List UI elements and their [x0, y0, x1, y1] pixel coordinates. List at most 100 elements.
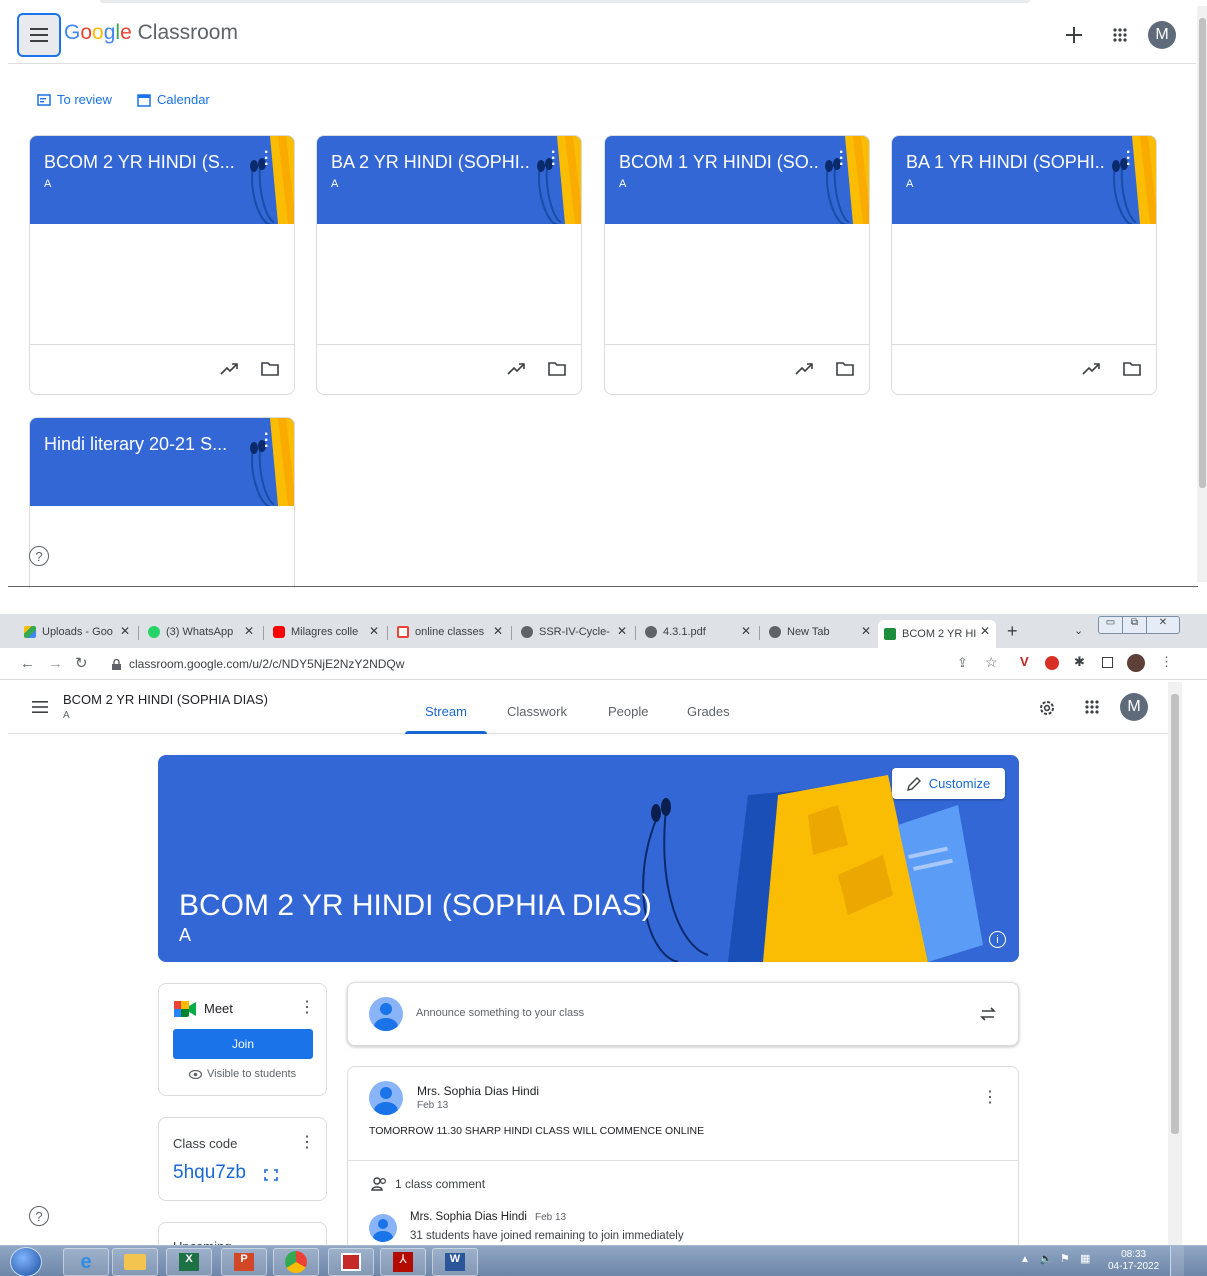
chrome-taskbar[interactable] — [273, 1248, 319, 1276]
app-logo[interactable]: Google Classroom — [64, 21, 238, 45]
folder-icon[interactable] — [548, 362, 566, 376]
volume-icon[interactable]: 🔈 — [1039, 1252, 1053, 1265]
create-join-button[interactable] — [1059, 20, 1089, 50]
class-card[interactable]: BCOM 1 YR HINDI (SO... A · · · — [604, 135, 870, 395]
scrollbar-thumb[interactable] — [1171, 694, 1179, 1134]
adblock-icon[interactable] — [1045, 656, 1059, 670]
trending-icon[interactable] — [1082, 363, 1100, 375]
forward-arrow-icon[interactable]: → — [48, 655, 63, 672]
browser-tab[interactable]: 4.3.1.pdf ✕ — [639, 620, 757, 644]
address-bar[interactable]: classroom.google.com/u/2/c/NDY5NjE2NzY2N… — [112, 654, 404, 674]
class-card[interactable]: BCOM 2 YR HINDI (S... A · · · — [29, 135, 295, 395]
folder-icon[interactable] — [261, 362, 279, 376]
browser-tab[interactable]: Milagres colle ✕ — [267, 620, 385, 644]
explorer-taskbar[interactable] — [112, 1248, 158, 1276]
class-card-title[interactable]: Hindi literary 20-21 S... — [44, 434, 244, 455]
close-tab-icon[interactable]: ✕ — [369, 624, 379, 638]
class-card[interactable]: BA 2 YR HINDI (SOPHI... A · · · — [316, 135, 582, 395]
bookmark-star-icon[interactable]: ☆ — [985, 654, 998, 671]
class-card-title[interactable]: BCOM 2 YR HINDI (S... — [44, 152, 244, 173]
close-tab-icon[interactable]: ✕ — [741, 624, 751, 638]
more-vert-icon[interactable]: ⋮ — [299, 1132, 315, 1152]
reload-icon[interactable]: ↻ — [75, 654, 88, 672]
browser-tab[interactable]: SSR-IV-Cycle- ✕ — [515, 620, 633, 644]
tab-search-icon[interactable]: ⌄ — [1074, 624, 1083, 637]
browser-tab[interactable]: online classes ✕ — [391, 620, 509, 644]
class-options-icon[interactable]: · · · — [264, 427, 269, 455]
maximize-icon[interactable]: ⧉ — [1123, 617, 1147, 633]
browser-tab[interactable]: New Tab ✕ — [763, 620, 877, 644]
repost-icon[interactable] — [979, 1005, 997, 1023]
browser-tab-active[interactable]: BCOM 2 YR HI ✕ — [878, 620, 996, 648]
tab-stream[interactable]: Stream — [425, 704, 467, 719]
main-menu-button[interactable] — [17, 13, 61, 57]
tab-people[interactable]: People — [608, 704, 648, 719]
class-comments-link[interactable]: 1 class comment — [371, 1177, 485, 1191]
customize-button[interactable]: Customize — [892, 768, 1005, 799]
powerpoint-taskbar[interactable]: P — [221, 1248, 267, 1276]
trending-icon[interactable] — [220, 363, 238, 375]
class-card-title[interactable]: BCOM 1 YR HINDI (SO... — [619, 152, 819, 173]
acrobat-taskbar[interactable]: ⅄ — [380, 1248, 426, 1276]
side-panel-icon[interactable] — [1102, 657, 1113, 668]
calendar-link[interactable]: Calendar — [137, 92, 210, 107]
tray-arrow-icon[interactable]: ▲ — [1020, 1254, 1030, 1265]
back-arrow-icon[interactable]: ← — [20, 655, 35, 672]
info-icon[interactable]: i — [989, 931, 1006, 948]
close-tab-icon[interactable]: ✕ — [617, 624, 627, 638]
announce-placeholder[interactable]: Announce something to your class — [416, 1007, 584, 1019]
folder-icon[interactable] — [836, 362, 854, 376]
extensions-puzzle-icon[interactable]: ✱ — [1074, 654, 1085, 670]
extension-v-icon[interactable]: V — [1020, 654, 1029, 669]
show-desktop-button[interactable] — [1170, 1246, 1184, 1276]
join-button[interactable]: Join — [173, 1029, 313, 1059]
account-button[interactable]: M — [1147, 20, 1177, 50]
class-card[interactable]: Hindi literary 20-21 S... · · · — [29, 417, 295, 588]
share-icon[interactable]: ⇪ — [957, 655, 968, 671]
class-card[interactable]: BA 1 YR HINDI (SOPHI... A · · · — [891, 135, 1157, 395]
clock[interactable]: 08:33 04-17-2022 — [1108, 1249, 1159, 1273]
page-scrollbar[interactable] — [1197, 6, 1207, 582]
close-tab-icon[interactable]: ✕ — [493, 624, 503, 638]
class-options-icon[interactable]: · · · — [839, 145, 844, 173]
avatar[interactable]: M — [1120, 693, 1148, 721]
class-options-icon[interactable]: · · · — [1126, 145, 1131, 173]
close-tab-icon[interactable]: ✕ — [980, 624, 990, 638]
help-icon[interactable]: ? — [29, 546, 49, 566]
gear-icon[interactable] — [1038, 699, 1056, 717]
browser-tab[interactable]: (3) WhatsApp ✕ — [142, 620, 260, 644]
apps-button[interactable] — [1105, 20, 1135, 50]
trending-icon[interactable] — [795, 363, 813, 375]
announce-box[interactable]: Announce something to your class — [347, 982, 1019, 1046]
hamburger-icon[interactable] — [32, 701, 48, 713]
class-options-icon[interactable]: · · · — [551, 145, 556, 173]
apps-grid-icon[interactable] — [1085, 700, 1099, 714]
tab-grades[interactable]: Grades — [687, 704, 730, 719]
profile-icon[interactable] — [1127, 654, 1145, 672]
more-vert-icon[interactable]: ⋮ — [299, 997, 315, 1017]
scrollbar-thumb[interactable] — [1199, 18, 1206, 488]
chrome-menu-icon[interactable]: ⋮ — [1160, 654, 1173, 670]
fullscreen-icon[interactable] — [264, 1169, 278, 1181]
flag-icon[interactable]: ⚑ — [1060, 1252, 1070, 1265]
help-icon[interactable]: ? — [29, 1206, 49, 1226]
start-button[interactable] — [10, 1247, 42, 1276]
minimize-icon[interactable]: ▭ — [1099, 617, 1123, 633]
class-card-title[interactable]: BA 1 YR HINDI (SOPHI... — [906, 152, 1106, 173]
folder-icon[interactable] — [1123, 362, 1141, 376]
page-scrollbar[interactable] — [1168, 682, 1182, 1245]
close-tab-icon[interactable]: ✕ — [120, 624, 130, 638]
network-icon[interactable]: ▦ — [1080, 1252, 1090, 1265]
excel-taskbar[interactable]: X — [166, 1248, 212, 1276]
internet-explorer-taskbar[interactable]: e — [63, 1248, 109, 1276]
browser-tab[interactable]: Uploads - Goo ✕ — [18, 620, 136, 644]
new-tab-button[interactable]: + — [1007, 621, 1018, 642]
tab-classwork[interactable]: Classwork — [507, 704, 567, 719]
word-taskbar[interactable]: W — [432, 1248, 478, 1276]
class-options-icon[interactable]: · · · — [264, 145, 269, 173]
class-card-title[interactable]: BA 2 YR HINDI (SOPHI... — [331, 152, 531, 173]
close-tab-icon[interactable]: ✕ — [244, 624, 254, 638]
class-title[interactable]: BCOM 2 YR HINDI (SOPHIA DIAS) — [63, 692, 268, 707]
close-tab-icon[interactable]: ✕ — [861, 624, 871, 638]
trending-icon[interactable] — [507, 363, 525, 375]
